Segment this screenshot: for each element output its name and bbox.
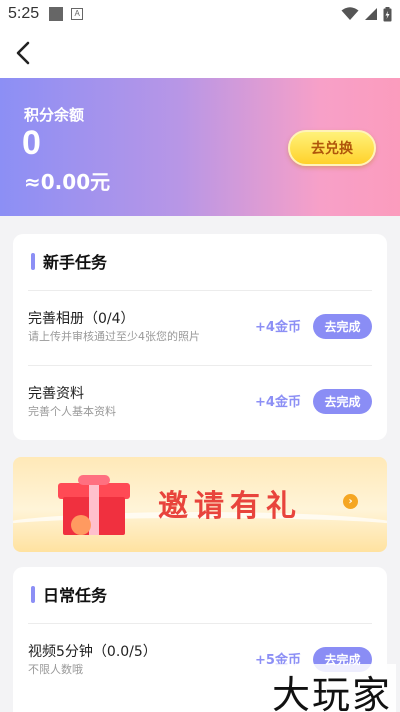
- status-bar: 5:25 A: [0, 0, 400, 28]
- task-title: 完善资料: [28, 386, 84, 402]
- task-title: 视频5分钟（0.0/5）: [28, 644, 157, 660]
- daily-tasks-title: 日常任务: [43, 586, 108, 605]
- task-reward: +4金币: [255, 320, 301, 335]
- task-reward: +4金币: [255, 395, 301, 410]
- gift-box-icon: [58, 475, 130, 535]
- task-title: 完善相册（0/4）: [28, 311, 135, 327]
- novice-tasks-title: 新手任务: [43, 253, 108, 272]
- battery-icon: [383, 6, 392, 21]
- chevron-right-icon: ›: [343, 494, 358, 509]
- money-equivalent: ≈0.00元: [24, 170, 111, 194]
- task-desc: 请上传并审核通过至少4张您的照片: [28, 330, 200, 343]
- task-row-profile: 完善资料 完善个人基本资料 +4金币 去完成: [13, 365, 387, 440]
- task-desc: 完善个人基本资料: [28, 405, 116, 418]
- novice-tasks-header: 新手任务: [13, 234, 387, 290]
- back-arrow-icon[interactable]: [10, 38, 40, 68]
- section-accent-bar: [31, 253, 35, 270]
- wifi-icon: [341, 7, 359, 20]
- section-accent-bar: [31, 586, 35, 603]
- novice-tasks-card: 新手任务 完善相册（0/4） 请上传并审核通过至少4张您的照片 +4金币 去完成…: [13, 234, 387, 440]
- daily-tasks-header: 日常任务: [13, 567, 387, 623]
- points-balance-banner: 积分余额 0 ≈0.00元 去兑换: [0, 78, 400, 216]
- complete-profile-button[interactable]: 去完成: [313, 389, 372, 414]
- invite-reward-text: 邀请有礼: [158, 489, 302, 524]
- heart-decoration-icon: [71, 515, 91, 535]
- exchange-button[interactable]: 去兑换: [288, 130, 376, 166]
- points-value: 0: [22, 124, 41, 162]
- watermark: 大玩家: [268, 664, 397, 712]
- points-balance-label: 积分余额: [24, 106, 85, 124]
- signal-icon: [365, 8, 377, 20]
- invite-reward-banner[interactable]: 邀请有礼 ›: [13, 457, 387, 552]
- task-row-album: 完善相册（0/4） 请上传并审核通过至少4张您的照片 +4金币 去完成: [13, 290, 387, 365]
- nav-bar: [0, 28, 400, 78]
- complete-album-button[interactable]: 去完成: [313, 314, 372, 339]
- notification-icon: [49, 7, 64, 21]
- status-time: 5:25: [8, 5, 40, 22]
- app-notification-icon: A: [71, 8, 84, 20]
- task-desc: 不限人数哦: [28, 663, 83, 676]
